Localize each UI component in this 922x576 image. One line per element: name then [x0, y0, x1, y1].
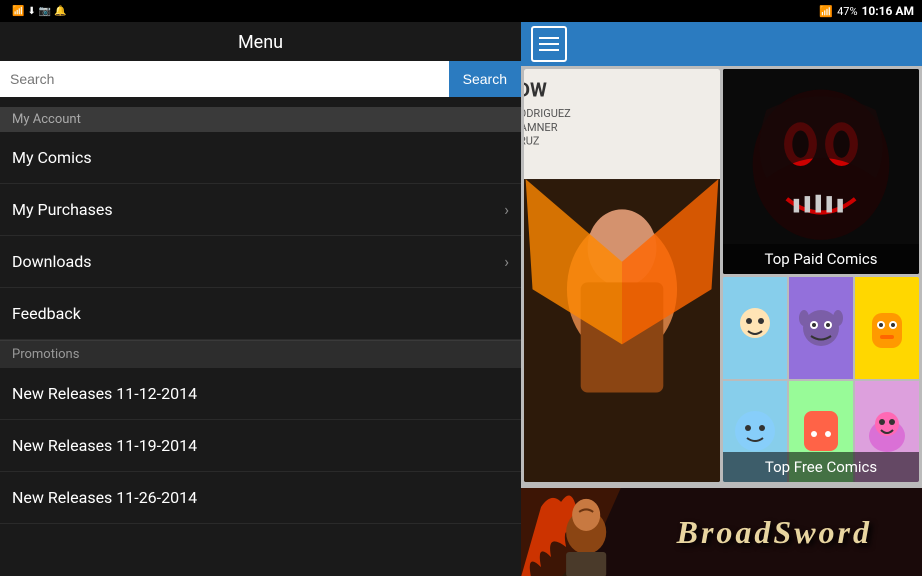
- chevron-right-icon: ›: [504, 200, 509, 219]
- search-button[interactable]: Search: [449, 61, 521, 97]
- left-panel: Menu Search My Account My Comics My Purc…: [0, 22, 521, 576]
- battery-percentage: 47%: [837, 5, 857, 18]
- top-bar: [521, 22, 922, 66]
- menu-item-feedback[interactable]: Feedback: [0, 288, 521, 340]
- hamburger-line: [539, 43, 559, 45]
- svg-text:RODRIGUEZ: RODRIGUEZ: [524, 107, 571, 120]
- hamburger-line: [539, 49, 559, 51]
- top-free-comics-label: Top Free Comics: [723, 452, 919, 482]
- banner-text: BroadSword: [677, 514, 872, 551]
- menu-item-my-purchases[interactable]: My Purchases ›: [0, 184, 521, 236]
- feedback-label: Feedback: [12, 304, 81, 323]
- right-panel: Top Paid Comics IDW RODRIGUEZ HAMNER CRU…: [521, 22, 922, 576]
- hamburger-menu-button[interactable]: [531, 26, 567, 62]
- new-releases-1-label: New Releases 11-12-2014: [12, 384, 197, 403]
- main-area: Menu Search My Account My Comics My Purc…: [0, 22, 922, 576]
- downloads-label: Downloads: [12, 252, 91, 271]
- system-status-icons: 📶 47% 10:16 AM: [819, 4, 914, 18]
- my-account-header: My Account: [0, 107, 521, 132]
- svg-text:CRUZ: CRUZ: [524, 135, 540, 148]
- idw-comics-tile[interactable]: IDW RODRIGUEZ HAMNER CRUZ: [524, 69, 720, 482]
- notification-icons: 📶 ⬇ 📷 🔔: [12, 6, 67, 17]
- top-paid-comics-label: Top Paid Comics: [723, 244, 919, 274]
- new-releases-2-label: New Releases 11-19-2014: [12, 436, 197, 455]
- svg-text:HAMNER: HAMNER: [524, 121, 558, 134]
- menu-item-my-comics[interactable]: My Comics: [0, 132, 521, 184]
- search-input[interactable]: [0, 61, 449, 97]
- my-comics-label: My Comics: [12, 148, 92, 167]
- status-bar: 📶 ⬇ 📷 🔔 📶 47% 10:16 AM: [0, 0, 922, 22]
- menu-item-new-releases-2[interactable]: New Releases 11-19-2014: [0, 420, 521, 472]
- chevron-right-icon: ›: [504, 252, 509, 271]
- hamburger-line: [539, 37, 559, 39]
- menu-item-new-releases-3[interactable]: New Releases 11-26-2014: [0, 472, 521, 524]
- menu-item-new-releases-1[interactable]: New Releases 11-12-2014: [0, 368, 521, 420]
- clock: 10:16 AM: [862, 4, 914, 18]
- wifi-icon: 📶: [819, 5, 833, 18]
- menu-title: Menu: [0, 22, 521, 61]
- search-bar: Search: [0, 61, 521, 97]
- top-free-comics-tile[interactable]: Top Free Comics: [723, 277, 919, 482]
- my-purchases-label: My Purchases: [12, 200, 113, 219]
- promotions-header: Promotions: [0, 340, 521, 368]
- top-paid-comics-tile[interactable]: Top Paid Comics: [723, 69, 919, 274]
- new-releases-3-label: New Releases 11-26-2014: [12, 488, 197, 507]
- bottom-banner[interactable]: BroadSword: [521, 488, 922, 576]
- svg-text:IDW: IDW: [524, 79, 547, 102]
- menu-item-downloads[interactable]: Downloads ›: [0, 236, 521, 288]
